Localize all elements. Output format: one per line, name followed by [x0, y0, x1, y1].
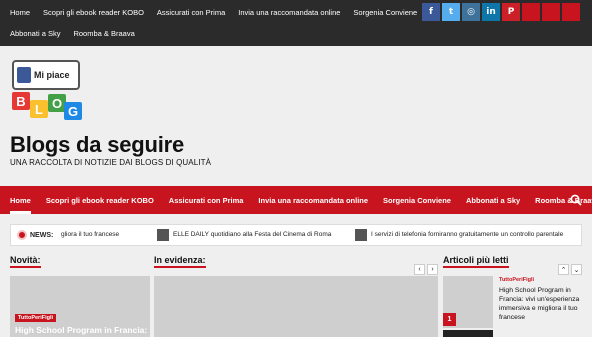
- chevron-up-icon[interactable]: ⌃: [558, 264, 569, 275]
- rank-badge: 1: [443, 313, 456, 326]
- nav-item[interactable]: Invia una raccomandata online: [258, 186, 368, 214]
- nav-item[interactable]: Sorgenia Conviene: [383, 186, 451, 214]
- ticker-track: gliora il tuo francese ELLE DAILY quotid…: [61, 225, 581, 245]
- top-menu: Home Scopri gli ebook reader KOBO Assicura…: [10, 6, 430, 39]
- logo-letter-b: B: [12, 92, 30, 110]
- ticker-label-text: NEWS:: [30, 231, 54, 239]
- facebook-icon[interactable]: f: [422, 3, 440, 21]
- top-menu-link[interactable]: Sorgenia Conviene: [353, 8, 417, 17]
- novita-card[interactable]: TuttoPeriFigli High School Program in Fr…: [10, 276, 150, 337]
- social-links: f t ◎ in P: [422, 3, 580, 21]
- ticker-item[interactable]: gliora il tuo francese: [61, 231, 119, 238]
- most-read-item: TuttoPeriFigli High School Program in Fr…: [499, 277, 585, 322]
- site-title[interactable]: Blogs da seguire: [10, 132, 184, 158]
- most-read-thumbnail-2[interactable]: [443, 330, 493, 337]
- site-tagline: UNA RACCOLTA DI NOTIZIE DAI BLOGS DI QUA…: [10, 158, 212, 167]
- chevron-down-icon[interactable]: ⌄: [571, 264, 582, 275]
- piu-letti-carousel-controls: ⌃ ⌄: [558, 264, 582, 275]
- chevron-left-icon[interactable]: ‹: [414, 264, 425, 275]
- instagram-icon[interactable]: ◎: [462, 3, 480, 21]
- top-bar: Home Scopri gli ebook reader KOBO Assicura…: [0, 0, 592, 46]
- evidenza-carousel-controls: ‹ ›: [414, 264, 438, 275]
- top-menu-link[interactable]: Abbonati a Sky: [10, 29, 60, 38]
- section-evidenza-heading: In evidenza:: [154, 255, 206, 268]
- like-badge: Mi piace: [12, 60, 80, 90]
- top-menu-link[interactable]: Invia una raccomandata online: [238, 8, 340, 17]
- live-dot-icon: [17, 230, 27, 240]
- top-menu-link[interactable]: Home: [10, 8, 30, 17]
- top-menu-link[interactable]: Roomba & Braava: [73, 29, 134, 38]
- social-icon-6[interactable]: [522, 3, 540, 21]
- ticker-thumbnail: [157, 229, 169, 241]
- chevron-right-icon[interactable]: ›: [427, 264, 438, 275]
- thumbs-up-icon: [17, 67, 31, 83]
- nav-item[interactable]: Abbonati a Sky: [466, 186, 520, 214]
- top-menu-link[interactable]: Assicurati con Prima: [157, 8, 225, 17]
- search-icon[interactable]: [570, 194, 582, 206]
- category-label[interactable]: TuttoPeriFigli: [499, 277, 585, 283]
- social-icon-8[interactable]: [562, 3, 580, 21]
- logo-letter-l: L: [30, 100, 48, 118]
- nav-item[interactable]: Assicurati con Prima: [169, 186, 244, 214]
- nav-item[interactable]: Roomba & Braava: [535, 186, 592, 214]
- twitter-icon[interactable]: t: [442, 3, 460, 21]
- ticker-thumbnail: [355, 229, 367, 241]
- pinterest-icon[interactable]: P: [502, 3, 520, 21]
- site-logo[interactable]: Mi piace B L O G: [10, 58, 84, 128]
- logo-blocks: B L O G: [10, 92, 84, 128]
- nav-item[interactable]: Home: [10, 186, 31, 214]
- ticker-label: NEWS:: [11, 225, 57, 245]
- evidenza-slide[interactable]: [154, 276, 438, 337]
- section-piu-letti-heading: Articoli più letti: [443, 255, 509, 268]
- card-title[interactable]: High School Program in Francia:: [15, 325, 147, 335]
- nav-item[interactable]: Scopri gli ebook reader KOBO: [46, 186, 154, 214]
- news-ticker: NEWS: gliora il tuo francese ELLE DAILY …: [10, 224, 582, 246]
- most-read-title[interactable]: High School Program in Francia: vivi un'…: [499, 286, 585, 322]
- main-navigation: Home Scopri gli ebook reader KOBO Assicura…: [0, 186, 592, 214]
- social-icon-7[interactable]: [542, 3, 560, 21]
- top-menu-link[interactable]: Scopri gli ebook reader KOBO: [43, 8, 144, 17]
- section-novita-heading: Novità:: [10, 255, 41, 268]
- category-badge[interactable]: TuttoPeriFigli: [15, 314, 57, 322]
- logo-letter-g: G: [64, 102, 82, 120]
- ticker-item[interactable]: ELLE DAILY quotidiano alla Festa del Cin…: [173, 231, 331, 238]
- like-text: Mi piace: [34, 70, 70, 80]
- ticker-item[interactable]: I servizi di telefonia forniranno gratui…: [371, 231, 563, 238]
- linkedin-icon[interactable]: in: [482, 3, 500, 21]
